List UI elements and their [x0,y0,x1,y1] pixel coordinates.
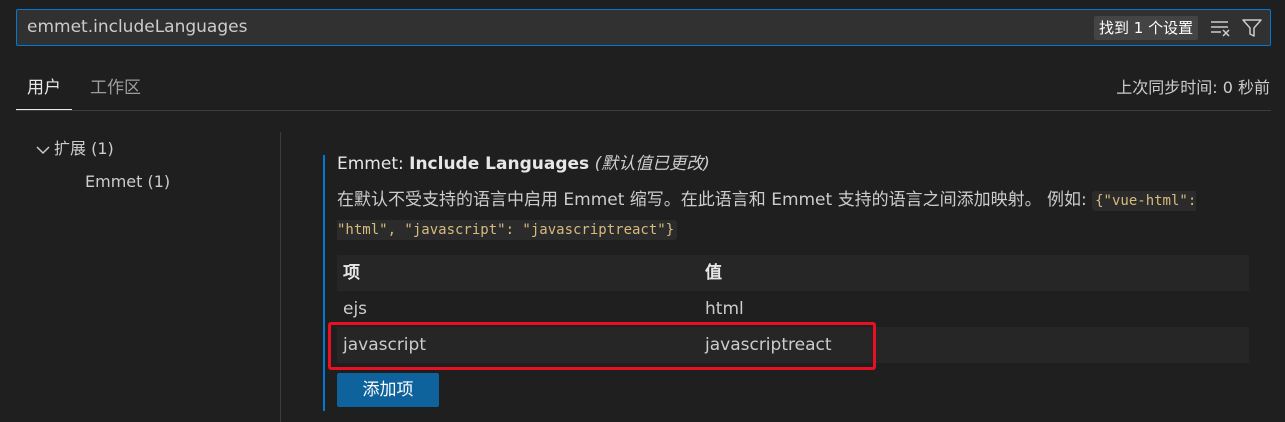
table-row[interactable]: javascript javascriptreact [337,327,1249,363]
table-cell-value: javascriptreact [705,335,832,355]
setting-category: Emmet: [337,154,410,174]
toc-item-emmet[interactable]: Emmet (1) [85,171,170,193]
toc-item-extensions-label: 扩展 (1) [54,139,114,158]
tabs-divider [16,110,1271,111]
settings-search-bar[interactable]: 找到 1 个设置 [16,9,1271,46]
toc-item-extensions[interactable]: 扩展 (1) [36,138,114,161]
setting-description: 在默认不受支持的语言中启用 Emmet 缩写。在此语言和 Emmet 支持的语言… [337,186,1237,244]
setting-modified-indicator [323,155,325,411]
setting-name: Include Languages [409,154,590,174]
table-header: 项 值 [337,255,1249,291]
filter-icon[interactable] [1241,17,1263,39]
chevron-down-icon [36,139,54,161]
sync-status: 上次同步时间: 0 秒前 [1116,78,1270,97]
search-result-count: 找到 1 个设置 [1094,16,1199,40]
settings-search-input[interactable] [27,10,1087,45]
setting-modified-label: (默认值已更改) [594,154,710,174]
setting-table: 项 值 ejs html javascript javascriptreact [337,255,1249,363]
table-row[interactable]: ejs html [337,291,1249,327]
tab-user[interactable]: 用户 [16,70,72,110]
table-header-value: 值 [705,263,722,283]
setting-description-text: 在默认不受支持的语言中启用 Emmet 缩写。在此语言和 Emmet 支持的语言… [337,190,1093,210]
tab-workspace[interactable]: 工作区 [90,70,141,110]
table-header-key: 项 [343,263,360,283]
table-cell-value: html [705,299,744,319]
add-item-button[interactable]: 添加项 [337,373,439,407]
clear-filter-icon[interactable] [1210,18,1232,38]
table-cell-key: javascript [343,335,426,355]
setting-title: Emmet: Include Languages (默认值已更改) [337,152,710,176]
sidebar-sash[interactable] [280,132,281,422]
table-cell-key: ejs [343,299,368,319]
